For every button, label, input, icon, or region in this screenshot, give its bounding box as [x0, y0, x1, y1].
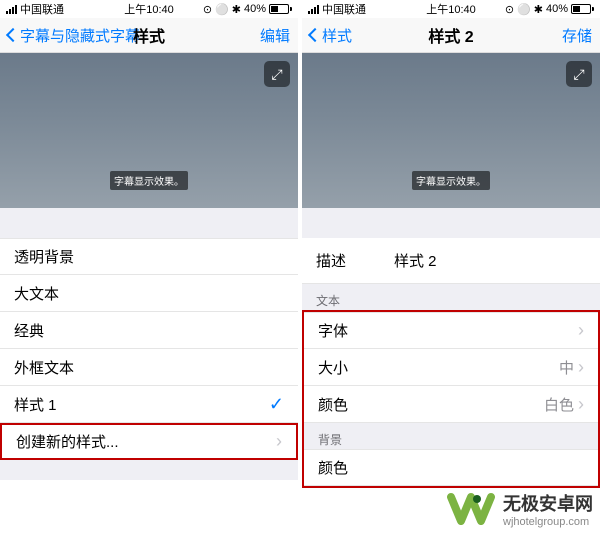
- style-row-outline[interactable]: 外框文本: [0, 349, 298, 386]
- signal-icon: [6, 5, 17, 14]
- style-row-large-text[interactable]: 大文本: [0, 275, 298, 312]
- chevron-left-icon: [308, 28, 322, 42]
- background-settings-group: 颜色: [302, 449, 600, 488]
- alarm-icon: ⊙: [203, 3, 212, 16]
- caption-sample: 字幕显示效果。: [412, 171, 490, 190]
- bg-color-row[interactable]: 颜色: [304, 449, 598, 486]
- description-label: 描述: [316, 250, 346, 271]
- checkmark-icon: ✓: [269, 394, 284, 415]
- battery-icon: [571, 4, 594, 14]
- chevron-right-icon: ›: [578, 394, 584, 415]
- style-row-transparent[interactable]: 透明背景: [0, 238, 298, 275]
- back-button[interactable]: 字幕与隐藏式字幕: [8, 25, 140, 46]
- status-bar: 中国联通 上午10:40 ⊙ ⚪ ✱ 40%: [302, 0, 600, 18]
- spacer: [0, 208, 298, 238]
- rotation-lock-icon: ✱: [534, 3, 543, 16]
- font-row[interactable]: 字体›: [304, 312, 598, 349]
- chevron-right-icon: ›: [578, 320, 584, 341]
- chevron-right-icon: ›: [578, 357, 584, 378]
- status-time: 上午10:40: [124, 1, 174, 17]
- alarm-icon: ⊙: [505, 3, 514, 16]
- expand-icon: ⤢: [573, 66, 584, 83]
- rotation-lock-icon: ✱: [232, 3, 241, 16]
- watermark-title: 无极安卓网: [503, 490, 593, 516]
- create-new-style-row[interactable]: 创建新的样式...›: [0, 423, 298, 460]
- back-label: 字幕与隐藏式字幕: [20, 25, 140, 46]
- section-header-background: 背景: [302, 423, 600, 449]
- chevron-left-icon: [6, 28, 20, 42]
- carrier-label: 中国联通: [322, 1, 366, 17]
- expand-icon: ⤢: [271, 66, 282, 83]
- back-button[interactable]: 样式: [310, 25, 352, 46]
- status-bar: 中国联通 上午10:40 ⊙ ⚪ ✱ 40%: [0, 0, 298, 18]
- description-value: 样式 2: [394, 250, 437, 271]
- caption-preview: ⤢ 字幕显示效果。: [0, 53, 298, 208]
- status-time: 上午10:40: [426, 1, 476, 17]
- watermark-logo-icon: [447, 485, 495, 533]
- save-button[interactable]: 存储: [562, 25, 592, 46]
- style-row-classic[interactable]: 经典: [0, 312, 298, 349]
- back-label: 样式: [322, 25, 352, 46]
- spacer: [302, 208, 600, 238]
- expand-button[interactable]: ⤢: [264, 61, 290, 87]
- battery-icon: [269, 4, 292, 14]
- size-row[interactable]: 大小中›: [304, 349, 598, 386]
- bluetooth-icon: ⚪: [517, 3, 531, 16]
- battery-pct: 40%: [546, 3, 568, 15]
- nav-bar: 字幕与隐藏式字幕 样式 编辑: [0, 18, 298, 53]
- nav-title: 样式: [133, 23, 165, 47]
- text-settings-group: 字体› 大小中› 颜色白色›: [302, 310, 600, 423]
- style-list: 透明背景 大文本 经典 外框文本 样式 1✓ 创建新的样式...›: [0, 238, 298, 460]
- description-row[interactable]: 描述 样式 2: [302, 238, 600, 284]
- bluetooth-icon: ⚪: [215, 3, 229, 16]
- style-row-style1[interactable]: 样式 1✓: [0, 386, 298, 423]
- text-color-row[interactable]: 颜色白色›: [304, 386, 598, 423]
- nav-title: 样式 2: [428, 23, 473, 47]
- section-header-text: 文本: [302, 284, 600, 310]
- caption-preview: ⤢ 字幕显示效果。: [302, 53, 600, 208]
- chevron-right-icon: ›: [276, 431, 282, 452]
- carrier-label: 中国联通: [20, 1, 64, 17]
- watermark: 无极安卓网 wjhotelgroup.com: [447, 485, 593, 533]
- nav-bar: 样式 样式 2 存储: [302, 18, 600, 53]
- edit-button[interactable]: 编辑: [260, 25, 290, 46]
- battery-pct: 40%: [244, 3, 266, 15]
- watermark-url: wjhotelgroup.com: [503, 516, 593, 528]
- screen-styles-list: 中国联通 上午10:40 ⊙ ⚪ ✱ 40% 字幕与隐藏式字幕 样式 编辑 ⤢ …: [0, 0, 298, 488]
- screen-style-detail: 中国联通 上午10:40 ⊙ ⚪ ✱ 40% 样式 样式 2 存储 ⤢ 字幕显示…: [302, 0, 600, 488]
- expand-button[interactable]: ⤢: [566, 61, 592, 87]
- caption-sample: 字幕显示效果。: [110, 171, 188, 190]
- signal-icon: [308, 5, 319, 14]
